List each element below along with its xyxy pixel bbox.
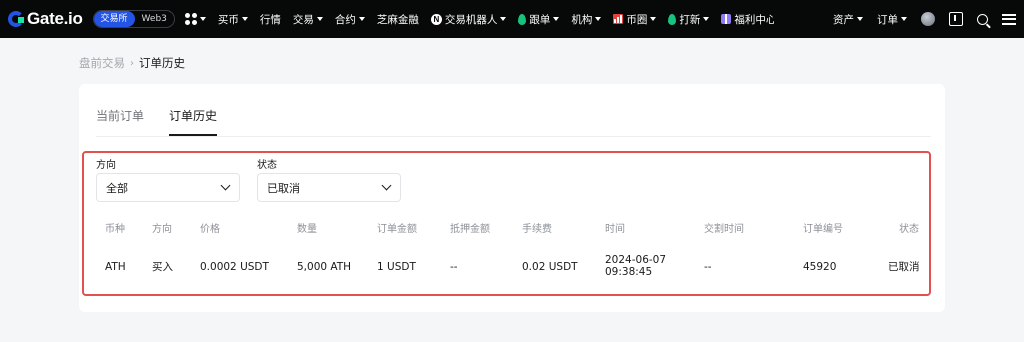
logo-text: Gate.io [27, 9, 83, 28]
breadcrumb-parent[interactable]: 盘前交易 [79, 55, 125, 71]
nav-label: 资产 [833, 13, 854, 26]
chevron-down-icon [220, 180, 231, 191]
breadcrumb-separator: › [130, 57, 134, 69]
header-time: 时间 [605, 224, 625, 235]
chevron-down-icon [703, 17, 710, 21]
menu-icon[interactable] [1002, 13, 1016, 25]
nav-label: 行情 [259, 13, 281, 26]
chevron-down-icon [241, 17, 248, 21]
chevron-down-icon [500, 17, 507, 21]
top-navbar: Gate.io 交易所 Web3 买币 行情 交易 合约 芝麻金融 N 交易机器人… [0, 0, 1024, 38]
search-icon[interactable] [977, 13, 988, 25]
nav-label: 币圈 [626, 13, 648, 26]
nav-trade[interactable]: 交易 [293, 12, 323, 27]
leaf-icon [518, 13, 527, 25]
nav-trading-bot[interactable]: N 交易机器人 [430, 12, 507, 27]
apps-grid-icon [184, 13, 197, 25]
download-icon[interactable] [949, 12, 963, 26]
gate-logo[interactable]: Gate.io [8, 9, 83, 29]
header-fee: 手续费 [522, 224, 552, 235]
cell-amount: 5,000 ATH [297, 261, 352, 273]
cell-coin: ATH [105, 261, 126, 273]
avatar[interactable] [921, 12, 935, 26]
apps-menu[interactable] [184, 13, 206, 25]
cell-order-value: 1 USDT [377, 261, 416, 273]
nav-markets[interactable]: 行情 [260, 12, 281, 27]
nav-label: 跟单 [529, 13, 551, 26]
status-filter-label: 状态 [257, 160, 277, 171]
gift-icon [721, 14, 732, 24]
order-tabs: 当前订单 订单历史 [96, 84, 242, 136]
switch-exchange[interactable]: 交易所 [93, 11, 135, 27]
cell-delivery: -- [704, 261, 712, 273]
chevron-down-icon [381, 180, 392, 191]
header-delivery-time: 交割时间 [704, 224, 744, 235]
header-status: 状态 [899, 224, 919, 235]
chevron-down-icon [857, 17, 863, 21]
cell-date: 2024-06-07 [605, 254, 667, 266]
tab-order-history[interactable]: 订单历史 [169, 84, 218, 136]
tab-current-orders[interactable]: 当前订单 [96, 84, 144, 136]
nav-label: 买币 [217, 13, 239, 26]
nav-label: 打新 [679, 13, 701, 26]
cell-time: 09:38:45 [605, 266, 653, 278]
cell-order-id: 45920 [803, 261, 837, 273]
bot-icon: N [430, 13, 442, 25]
chevron-down-icon [316, 17, 323, 21]
tab-divider [96, 136, 931, 137]
header-amount: 数量 [297, 224, 317, 235]
cell-price: 0.0002 USDT [200, 261, 269, 273]
nav-rewards-hub[interactable]: 福利中心 [721, 12, 774, 27]
nav-label: 订单 [877, 13, 898, 26]
header-price: 价格 [200, 224, 220, 235]
nav-futures[interactable]: 合约 [335, 12, 365, 27]
nav-finance[interactable]: 芝麻金融 [377, 12, 419, 27]
cell-collateral: -- [450, 261, 458, 273]
nav-label: 机构 [571, 13, 593, 26]
header-collateral: 抵押金额 [450, 224, 490, 235]
cell-status: 已取消 [888, 261, 920, 273]
header-side: 方向 [152, 224, 172, 235]
chevron-down-icon [199, 17, 206, 21]
header-order-id: 订单编号 [803, 224, 843, 235]
nav-copy-trading[interactable]: 跟单 [518, 12, 560, 27]
nav-label: 交易机器人 [444, 13, 498, 26]
status-select[interactable]: 已取消 [257, 173, 401, 202]
exchange-web3-switch[interactable]: 交易所 Web3 [92, 10, 175, 28]
status-select-value: 已取消 [267, 181, 300, 195]
direction-select[interactable]: 全部 [96, 173, 240, 202]
nav-launchpad[interactable]: 打新 [668, 12, 710, 27]
chevron-down-icon [595, 17, 602, 21]
nav-buy-crypto[interactable]: 买币 [218, 12, 248, 27]
direction-select-value: 全部 [106, 181, 128, 195]
nav-label: 芝麻金融 [376, 13, 419, 26]
breadcrumb: 盘前交易 › 订单历史 [79, 55, 185, 71]
nav-label: 交易 [292, 13, 314, 26]
leaf-icon [668, 13, 677, 25]
cell-side: 买入 [152, 261, 173, 273]
chevron-down-icon [901, 17, 907, 21]
chart-icon [613, 14, 624, 24]
cell-fee: 0.02 USDT [522, 261, 578, 273]
nav-institutional[interactable]: 机构 [571, 12, 602, 27]
nav-orders[interactable]: 订单 [877, 12, 907, 27]
header-coin: 币种 [105, 224, 125, 235]
switch-web3[interactable]: Web3 [135, 11, 174, 27]
breadcrumb-current: 订单历史 [139, 56, 185, 70]
chevron-down-icon [553, 17, 560, 21]
nav-label: 福利中心 [734, 13, 775, 26]
orders-card: 当前订单 订单历史 方向 全部 状态 已取消 币种 方向 价格 数量 订单金额 … [79, 84, 945, 312]
direction-filter-label: 方向 [96, 160, 116, 171]
nav-label: 合约 [334, 13, 356, 26]
nav-crypto-circle[interactable]: 币圈 [613, 12, 657, 27]
nav-assets[interactable]: 资产 [833, 12, 863, 27]
header-order-value: 订单金额 [377, 224, 417, 235]
gate-logo-icon [8, 11, 24, 27]
chevron-down-icon [358, 17, 365, 21]
chevron-down-icon [650, 17, 657, 21]
